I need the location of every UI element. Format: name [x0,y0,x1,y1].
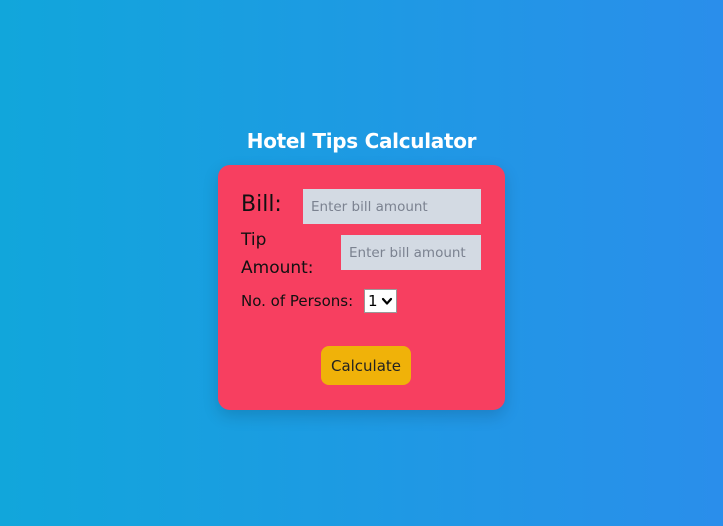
tip-label-line2: Amount: [241,258,314,278]
page-title: Hotel Tips Calculator [246,129,477,153]
persons-select[interactable]: 1 [364,289,397,313]
bill-input[interactable] [303,189,481,224]
bill-label: Bill: [241,192,282,217]
persons-label: No. of Persons: [241,292,354,310]
chevron-down-icon [381,297,393,305]
persons-select-value: 1 [368,292,378,310]
tip-amount-input[interactable] [341,235,481,270]
tip-label-line1: Tip [241,230,267,250]
tip-amount-label: Tip Amount: [241,226,314,282]
calculate-button[interactable]: Calculate [321,346,411,385]
calculator-card: Bill: Tip Amount: No. of Persons: 1 Calc… [218,165,505,410]
